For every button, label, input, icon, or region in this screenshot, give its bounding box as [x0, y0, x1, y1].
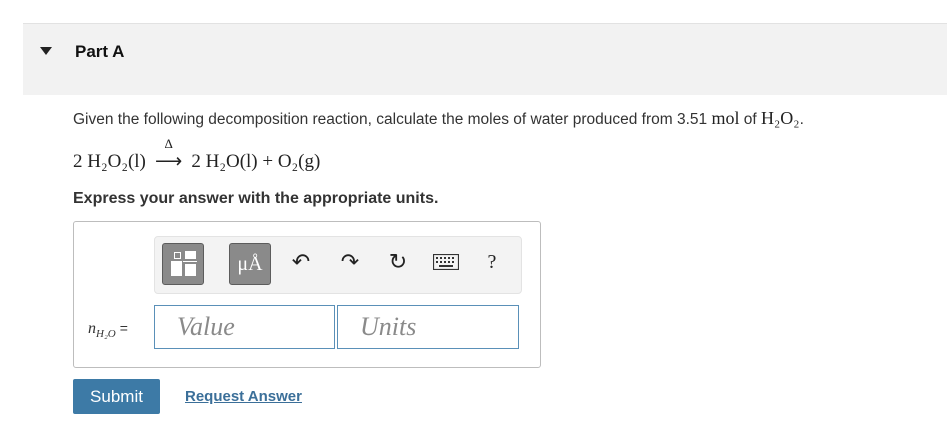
collapse-caret-icon[interactable] [40, 47, 52, 55]
question-suffix: . [799, 111, 804, 128]
templates-button[interactable] [162, 243, 204, 285]
units-button[interactable]: μÅ [229, 243, 271, 285]
question-compound: H₂O₂ [761, 108, 800, 128]
instruction-text: Express your answer with the appropriate… [73, 190, 439, 207]
math-toolbar: μÅ ↶ ↷ ↻ ? [154, 236, 522, 294]
answer-variable-label: nH₂O = [88, 320, 128, 340]
answer-box: μÅ ↶ ↷ ↻ ? nH₂O = Value Units [73, 221, 541, 368]
help-button[interactable]: ? [477, 247, 507, 277]
question-text: Given the following decomposition reacti… [73, 108, 804, 129]
undo-icon: ↶ [291, 249, 311, 274]
equals-sign: = [119, 320, 128, 336]
reaction-equation: 2 H₂O₂(l) Δ ⟶ 2 H₂O(l) + O₂(g) [73, 136, 321, 173]
keyboard-button[interactable] [431, 247, 461, 277]
part-header[interactable]: Part A [23, 24, 947, 95]
reaction-reactants: 2 H₂O₂(l) [73, 151, 146, 172]
question-prefix: Given the following decomposition reacti… [73, 111, 712, 128]
units-input[interactable]: Units [337, 305, 519, 349]
reaction-arrow: Δ ⟶ [155, 136, 183, 173]
heat-symbol: Δ [164, 136, 173, 151]
value-input[interactable]: Value [154, 305, 335, 349]
reset-button[interactable]: ↻ [383, 247, 413, 277]
units-icon: μÅ [237, 253, 263, 275]
undo-button[interactable]: ↶ [286, 247, 316, 277]
help-icon: ? [487, 251, 497, 273]
arrow-icon: ⟶ [155, 151, 183, 172]
redo-icon: ↷ [340, 249, 360, 274]
part-title: Part A [75, 42, 125, 61]
variable-subscript: H₂O [96, 328, 116, 341]
request-answer-link[interactable]: Request Answer [185, 388, 302, 405]
question-of: of [739, 111, 761, 128]
variable-symbol: n [88, 320, 96, 337]
reaction-products: 2 H₂O(l) + O₂(g) [191, 151, 321, 172]
question-unit: mol [711, 108, 740, 128]
submit-button[interactable]: Submit [73, 379, 160, 414]
keyboard-icon [432, 253, 460, 271]
redo-button[interactable]: ↷ [335, 247, 365, 277]
reset-icon: ↻ [388, 249, 408, 274]
